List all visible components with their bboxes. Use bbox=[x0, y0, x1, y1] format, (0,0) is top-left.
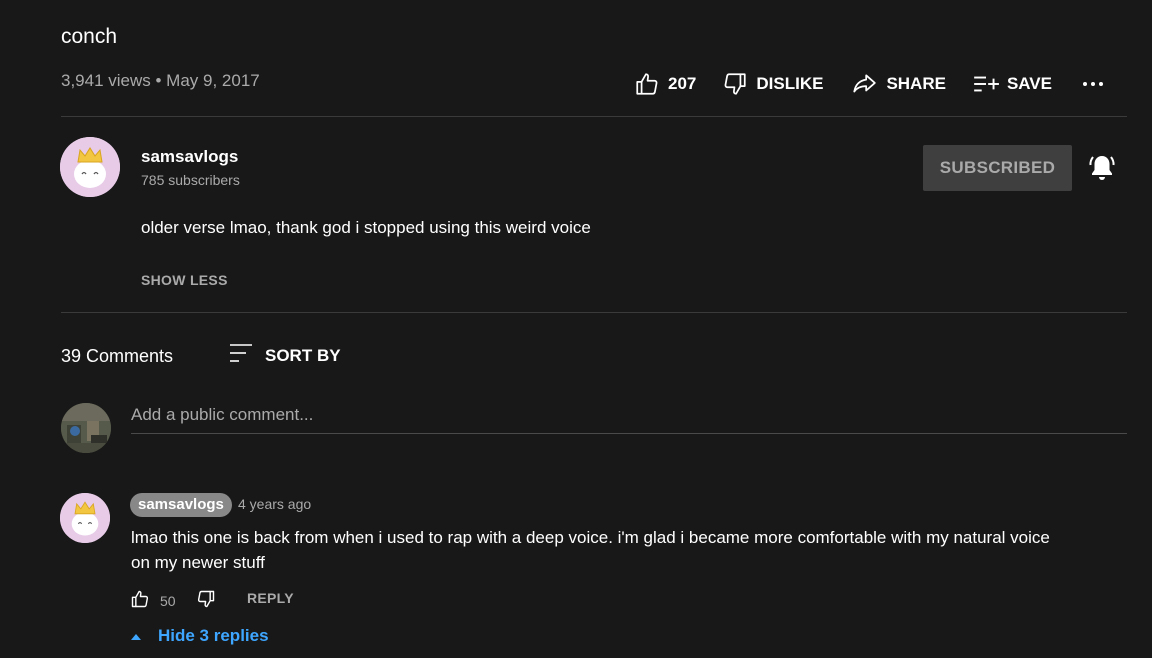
current-user-avatar bbox=[61, 403, 111, 453]
comment-author-badge[interactable]: samsavlogs bbox=[130, 493, 232, 517]
notification-bell-icon[interactable] bbox=[1088, 152, 1116, 187]
sort-lines-icon bbox=[229, 343, 253, 368]
hide-replies-button[interactable]: Hide 3 replies bbox=[130, 626, 269, 646]
subscriber-count: 785 subscribers bbox=[141, 172, 240, 188]
reply-button[interactable]: REPLY bbox=[247, 590, 294, 606]
save-button[interactable]: SAVE bbox=[972, 72, 1052, 96]
save-label: SAVE bbox=[1006, 74, 1052, 93]
dislike-button[interactable]: DISLIKE bbox=[722, 71, 823, 97]
hide-replies-label: Hide 3 replies bbox=[158, 626, 269, 645]
thumb-down-icon bbox=[722, 71, 748, 97]
like-count: 207 bbox=[668, 74, 697, 93]
divider-top bbox=[61, 116, 1127, 117]
comment-author-avatar[interactable] bbox=[60, 493, 110, 543]
video-description: older verse lmao, thank god i stopped us… bbox=[141, 218, 591, 237]
channel-avatar[interactable] bbox=[60, 137, 120, 197]
share-button[interactable]: SHARE bbox=[850, 71, 946, 97]
comment-dislike-button[interactable] bbox=[196, 589, 216, 612]
thumb-up-icon bbox=[130, 590, 150, 612]
comment-text: lmao this one is back from when i used t… bbox=[131, 528, 1050, 572]
subscribed-button[interactable]: SUBSCRIBED bbox=[923, 145, 1072, 191]
like-button[interactable]: 207 bbox=[634, 71, 696, 97]
divider-description bbox=[61, 312, 1127, 313]
video-meta: 3,941 views • May 9, 2017 bbox=[61, 71, 260, 90]
show-less-button[interactable]: SHOW LESS bbox=[141, 272, 228, 288]
comment-like-button[interactable] bbox=[130, 589, 150, 612]
more-horizontal-icon bbox=[1082, 79, 1104, 89]
video-actions: 207 DISLIKE SHARE SAVE bbox=[634, 70, 1104, 98]
comment-like-count: 50 bbox=[160, 592, 176, 609]
add-comment-input[interactable]: Add a public comment... bbox=[131, 405, 1127, 434]
comment-actions: 50 bbox=[130, 589, 216, 612]
thumb-up-icon bbox=[634, 71, 660, 97]
channel-name[interactable]: samsavlogs bbox=[141, 147, 238, 167]
share-arrow-icon bbox=[850, 71, 878, 97]
thumb-down-icon bbox=[196, 590, 216, 612]
sort-by-label: SORT BY bbox=[265, 345, 341, 365]
sort-by-button[interactable]: SORT BY bbox=[229, 343, 341, 368]
comments-count: 39 Comments bbox=[61, 346, 174, 366]
playlist-add-icon bbox=[972, 72, 1000, 96]
video-title: conch bbox=[61, 25, 118, 48]
caret-up-icon bbox=[130, 626, 142, 646]
more-actions-button[interactable] bbox=[1082, 79, 1104, 89]
share-label: SHARE bbox=[886, 74, 946, 93]
comment-timestamp[interactable]: 4 years ago bbox=[238, 496, 311, 512]
dislike-label: DISLIKE bbox=[756, 74, 824, 93]
